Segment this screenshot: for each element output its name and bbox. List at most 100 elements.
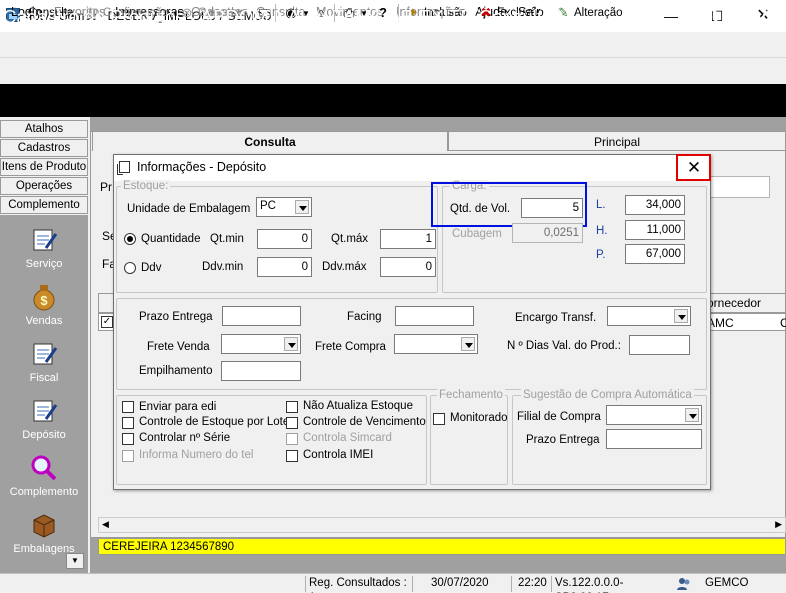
p-label: P.	[596, 249, 606, 261]
status-time: 22:20	[511, 576, 551, 592]
checkbox-monitorado[interactable]	[433, 413, 445, 425]
nav-tab-complemento[interactable]: Complemento	[0, 196, 88, 214]
ddvmin-label: Ddv.min	[202, 261, 244, 273]
toolbar	[0, 57, 786, 83]
empilhamento-label: Empilhamento	[139, 365, 213, 377]
qtmax-label: Qt.máx	[331, 233, 369, 245]
qtmin-input[interactable]: 0	[257, 229, 312, 249]
nav-tab-itens-produto[interactable]: Itens de Produto	[0, 158, 88, 176]
qtmax-input[interactable]: 1	[380, 229, 436, 249]
background-label: Pr	[100, 180, 112, 194]
status-version: Vs.122.0.0.0-SP3.00.17	[551, 576, 671, 593]
encargo-select[interactable]	[607, 306, 691, 326]
nav-item-embalagens[interactable]: Embalagens	[0, 509, 88, 555]
nav-item-servico[interactable]: Serviço	[0, 224, 88, 270]
table-cell: AMC	[707, 316, 734, 330]
checkbox-controla-imei[interactable]	[286, 450, 298, 462]
l-label: L.	[596, 199, 606, 211]
nav-item-deposito[interactable]: Depósito	[0, 395, 88, 441]
frete-venda-select[interactable]	[221, 334, 301, 354]
unidade-select[interactable]: PC	[256, 197, 312, 217]
chevron-down-icon[interactable]	[295, 200, 309, 214]
ddvmin-input[interactable]: 0	[257, 257, 312, 277]
p-input[interactable]: 67,000	[625, 244, 685, 264]
dias-validade-input[interactable]	[629, 335, 690, 355]
filial-compra-label: Filial de Compra	[517, 411, 601, 423]
qtmin-label: Qt.min	[210, 233, 244, 245]
checkbox-estoque-lote[interactable]	[122, 417, 134, 429]
nav-item-label: Serviço	[25, 258, 63, 270]
servico-icon	[28, 224, 60, 256]
fechamento-group-label: Fechamento	[437, 389, 505, 401]
nav-item-fiscal[interactable]: Fiscal	[0, 338, 88, 384]
enviar-edi-label: Enviar para edi	[139, 401, 217, 413]
unidade-value: PC	[260, 200, 276, 212]
checkbox-controla-simcard	[286, 433, 298, 445]
money-bag-icon: $	[28, 281, 60, 313]
ddv-label: Ddv	[141, 262, 162, 274]
column-header-fornecedor[interactable]: ornecedor	[707, 296, 761, 310]
ddv-radio[interactable]	[124, 262, 136, 274]
dialog-title: Informações - Depósito	[137, 160, 267, 174]
magnifier-icon	[28, 452, 60, 484]
status-date: 30/07/2020	[412, 576, 494, 592]
controla-simcard-label: Controla Simcard	[303, 432, 392, 444]
svg-text:$: $	[40, 293, 48, 308]
tab-consulta[interactable]: Consulta	[92, 131, 448, 151]
nav-item-complemento[interactable]: Complemento	[0, 452, 88, 498]
chevron-down-icon[interactable]	[461, 337, 475, 351]
minimize-button[interactable]: —	[648, 0, 694, 32]
facing-input[interactable]	[395, 306, 474, 326]
scroll-right-icon[interactable]: ▶	[775, 519, 782, 530]
row-checkbox[interactable]: ✓	[101, 316, 113, 328]
chevron-down-icon[interactable]	[685, 408, 699, 422]
frete-compra-label: Frete Compra	[315, 341, 386, 353]
nav-tab-atalhos[interactable]: Atalhos	[0, 120, 88, 138]
checkbox-nao-atualiza-estoque[interactable]	[286, 401, 298, 413]
empilhamento-input[interactable]	[221, 361, 301, 381]
menu-bar	[0, 32, 786, 56]
page-header	[0, 84, 786, 117]
deposito-icon	[28, 395, 60, 427]
alteracao-button[interactable]: ✎ Alteração	[555, 4, 623, 22]
nao-atualiza-estoque-label: Não Atualiza Estoque	[303, 400, 413, 412]
table-cell: C	[780, 316, 786, 330]
informa-tel-label: Informa Numero do tel	[139, 449, 254, 461]
chevron-down-icon[interactable]	[284, 337, 298, 351]
sugestao-prazo-label: Prazo Entrega	[526, 434, 600, 446]
dialog-icon	[117, 161, 130, 175]
l-input[interactable]: 34,000	[625, 195, 685, 215]
user-icon	[676, 576, 692, 591]
ddvmax-input[interactable]: 0	[380, 257, 436, 277]
encargo-label: Encargo Transf.	[515, 312, 597, 324]
checkbox-enviar-edi[interactable]	[122, 401, 134, 413]
info-bar-text: CEREJEIRA 1234567890	[103, 541, 235, 553]
monitorado-label: Monitorado	[450, 412, 508, 424]
horizontal-scrollbar[interactable]: ◀ ▶	[98, 517, 786, 533]
checkbox-controle-vencimento[interactable]	[286, 417, 298, 429]
sugestao-prazo-input[interactable]	[606, 429, 702, 449]
totvs-logo: TOTVS	[696, 6, 778, 28]
alteracao-label: Alteração	[574, 7, 623, 19]
cubagem-input: 0,0251	[512, 223, 583, 243]
dias-validade-label: N º Dias Val. do Prod.:	[507, 340, 621, 352]
highlight-close-box	[676, 154, 711, 181]
unidade-label: Unidade de Embalagem	[127, 203, 251, 215]
nav-item-vendas[interactable]: $ Vendas	[0, 281, 88, 327]
estoque-lote-label: Controle de Estoque por Lote	[139, 416, 290, 428]
checkbox-controlar-serie[interactable]	[122, 433, 134, 445]
nav-tab-cadastros[interactable]: Cadastros	[0, 139, 88, 157]
nav-scroll-down-button[interactable]: ▼	[66, 553, 84, 569]
cubagem-label: Cubagem	[452, 228, 502, 240]
frete-compra-select[interactable]	[394, 334, 478, 354]
chevron-down-icon[interactable]	[674, 309, 688, 323]
quantidade-radio[interactable]	[124, 233, 136, 245]
h-input[interactable]: 11,000	[625, 220, 685, 240]
prazo-entrega-input[interactable]	[222, 306, 301, 326]
tab-principal[interactable]: Principal	[448, 131, 786, 151]
box-icon	[28, 509, 60, 541]
filial-compra-select[interactable]	[606, 405, 702, 425]
nav-tab-operacoes[interactable]: Operações	[0, 177, 88, 195]
status-user: GEMCO	[705, 577, 749, 589]
scroll-left-icon[interactable]: ◀	[102, 519, 109, 530]
